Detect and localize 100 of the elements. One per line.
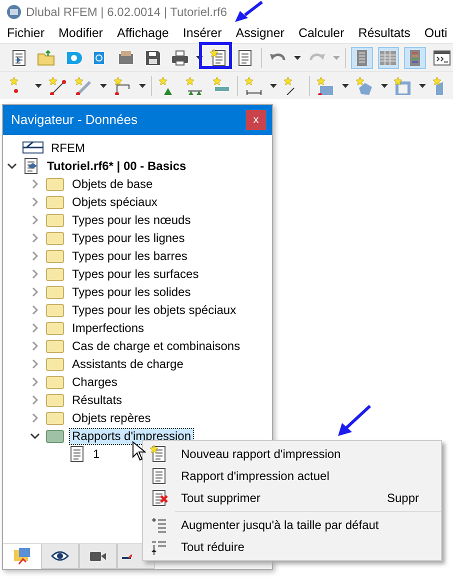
chevron-right-icon[interactable] <box>30 413 40 423</box>
chevron-right-icon[interactable] <box>30 269 40 279</box>
report-icon[interactable] <box>236 48 254 66</box>
tree-item[interactable]: Types pour les objets spéciaux <box>69 302 240 318</box>
opening-icon[interactable] <box>394 76 412 94</box>
folder-icon <box>45 211 65 229</box>
folder-icon <box>45 229 65 247</box>
chevron-right-icon[interactable] <box>30 287 40 297</box>
tree-item[interactable]: Rapports d'impression <box>69 428 194 444</box>
new-report-icon[interactable] <box>210 48 228 66</box>
folder-icon <box>45 337 65 355</box>
chevron-right-icon[interactable] <box>30 197 40 207</box>
folder-icon <box>45 283 65 301</box>
dropdown-caret-icon[interactable] <box>270 84 278 88</box>
member-icon[interactable] <box>75 76 94 94</box>
delete-report-icon <box>150 489 168 507</box>
panel-tab[interactable] <box>41 544 79 569</box>
chevron-right-icon[interactable] <box>30 215 40 225</box>
new-model-icon[interactable] <box>10 48 28 66</box>
chevron-down-icon[interactable] <box>30 431 40 441</box>
dropdown-caret-icon[interactable] <box>100 84 108 88</box>
menu-item[interactable]: Assigner <box>236 24 284 43</box>
chevron-right-icon[interactable] <box>30 341 40 351</box>
chevron-right-icon[interactable] <box>30 251 40 261</box>
mouse-pointer-icon <box>132 441 146 461</box>
tree-item[interactable]: 1 <box>90 446 103 462</box>
tree-item[interactable]: Objets de base <box>69 176 156 192</box>
tree-item[interactable]: Objets spéciaux <box>69 194 160 210</box>
panel-title: Navigateur - Données <box>11 111 138 130</box>
folder-icon[interactable] <box>36 48 55 66</box>
chevron-right-icon[interactable] <box>30 323 40 333</box>
model-file-icon <box>22 157 40 175</box>
window-title: Dlubal RFEM | 6.02.0014 | Tutoriel.rf6 <box>26 4 227 21</box>
dropdown-caret-icon[interactable] <box>196 56 203 60</box>
chevron-right-icon[interactable] <box>30 179 40 189</box>
tree-item[interactable]: Types pour les nœuds <box>69 212 194 228</box>
document-icon <box>68 445 86 463</box>
annotation-arrow <box>234 1 264 23</box>
tree-item[interactable]: Objets repères <box>69 410 154 426</box>
chevron-right-icon[interactable] <box>30 377 40 387</box>
menu-item[interactable]: Rapport d'impression actuel <box>143 465 441 487</box>
dimension-icon[interactable] <box>245 76 264 94</box>
surface-icon[interactable] <box>316 76 335 94</box>
panel-tab[interactable] <box>79 544 117 569</box>
folder-icon <box>45 301 65 319</box>
tree-item[interactable]: Résultats <box>69 392 126 408</box>
tree-item[interactable]: Assistants de charge <box>69 356 186 372</box>
menu-item[interactable]: Affichage <box>116 24 169 43</box>
console-icon[interactable] <box>433 48 452 66</box>
menu-item[interactable]: Modifier <box>58 24 103 43</box>
table-icon[interactable] <box>379 48 398 66</box>
folder-icon <box>45 409 65 427</box>
tree-item[interactable]: Types pour les surfaces <box>69 266 202 282</box>
tree-item[interactable]: Charges <box>69 374 120 390</box>
menu-item[interactable]: Calculer <box>298 24 344 43</box>
close-button[interactable]: x <box>246 110 266 130</box>
line-icon[interactable] <box>48 76 67 94</box>
tree-item[interactable]: Cas de charge et combinaisons <box>69 338 244 354</box>
solid-icon[interactable] <box>356 76 374 94</box>
chevron-right-icon[interactable] <box>30 395 40 405</box>
menu-item[interactable]: Nouveau rapport d'impression <box>143 443 441 465</box>
chevron-right-icon[interactable] <box>30 233 40 243</box>
highlight-frame <box>199 42 232 69</box>
dropdown-caret-icon[interactable] <box>342 84 349 88</box>
results-tab-icon <box>122 553 132 559</box>
surface-line-icon[interactable] <box>114 76 132 94</box>
menu-item[interactable]: Insérer <box>182 24 222 43</box>
chevron-down-icon[interactable] <box>7 161 17 171</box>
tree-item[interactable]: Types pour les solides <box>69 284 194 300</box>
save-icon[interactable] <box>144 48 162 66</box>
data-tab-icon <box>13 547 31 565</box>
dropdown-caret-icon[interactable] <box>294 56 301 60</box>
folder-icon <box>45 175 65 193</box>
tree-item[interactable]: RFEM <box>48 140 88 156</box>
line-support-icon[interactable] <box>186 76 204 94</box>
menu-item[interactable]: Augmenter jusqu'à la taille par défaut <box>143 514 441 536</box>
tree-item[interactable]: Imperfections <box>69 320 148 336</box>
folder-icon <box>45 193 65 211</box>
dropdown-caret-icon[interactable] <box>34 84 42 88</box>
dropdown-caret-icon[interactable] <box>380 84 388 88</box>
app-logo-icon <box>5 3 23 21</box>
new-report-icon <box>150 445 168 463</box>
expand-list-icon <box>150 516 168 534</box>
menu-item[interactable]: Fichier <box>7 24 45 43</box>
shortcut-label: Suppr <box>386 490 419 507</box>
menu-item[interactable]: Résultats <box>358 24 410 43</box>
dropdown-caret-icon[interactable] <box>419 84 426 88</box>
tree-item[interactable]: Tutoriel.rf6* | 00 - Basics <box>44 158 190 174</box>
menu-item[interactable]: Tout supprimer Suppr <box>143 487 441 509</box>
tree-item[interactable]: Types pour les barres <box>69 248 190 264</box>
chevron-right-icon[interactable] <box>30 359 40 369</box>
menu-item[interactable]: Outi <box>424 24 448 43</box>
chevron-right-icon[interactable] <box>30 305 40 315</box>
folder-icon <box>45 319 65 337</box>
folder-icon <box>45 247 65 265</box>
folder-icon <box>45 391 65 409</box>
dropdown-caret-icon[interactable] <box>139 84 146 88</box>
menu-item[interactable]: Tout réduire <box>143 536 441 558</box>
tree-item[interactable]: Types pour les lignes <box>69 230 188 246</box>
printer-icon[interactable] <box>170 48 189 66</box>
